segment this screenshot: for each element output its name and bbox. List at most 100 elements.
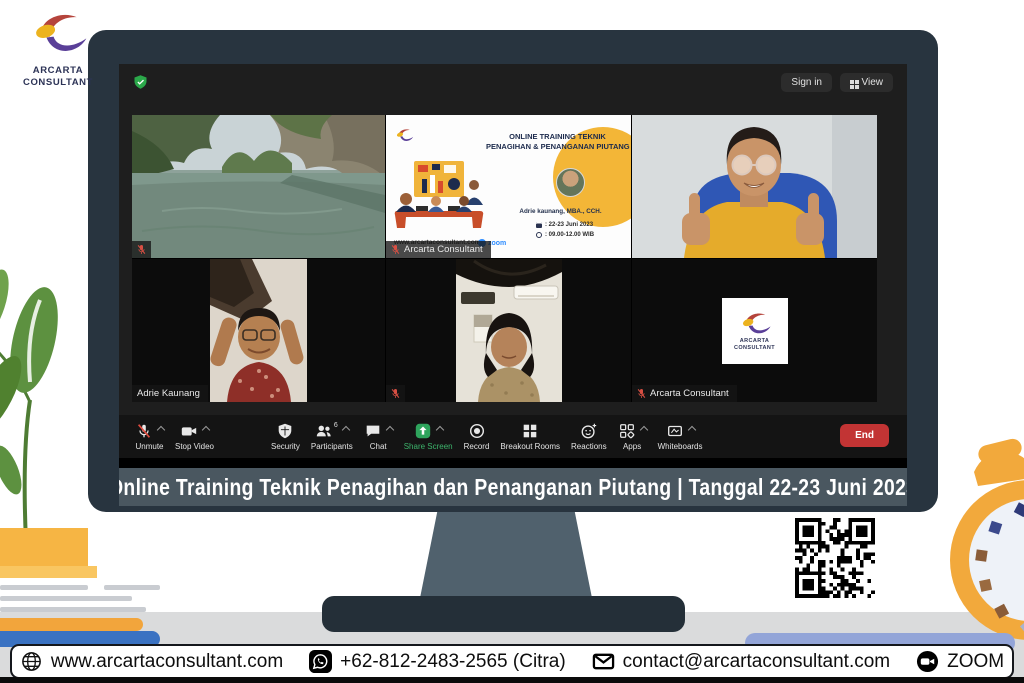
participant-name: Adrie Kaunang <box>137 388 200 399</box>
book-decoration <box>0 618 143 631</box>
bottom-black-strip <box>0 677 1024 683</box>
whatsapp-icon <box>309 650 332 673</box>
caption-text: Online Training Teknik Penagihan dan Pen… <box>119 474 907 501</box>
zoom-camera-icon <box>916 650 939 673</box>
slide-title: ONLINE TRAINING TEKNIK PENAGIHAN & PENAN… <box>486 132 629 152</box>
slide-arcarta-logo-icon <box>394 127 414 144</box>
participant-label: Arcarta Consultant <box>632 385 737 402</box>
video-tile-participant[interactable] <box>386 259 631 402</box>
zoom-window: Sign in View <box>119 64 907 468</box>
slide-date-row: : 22-23 Juni 2023 <box>536 222 593 228</box>
reactions-smiley-icon <box>580 422 598 440</box>
footer-zoom: ZOOM <box>916 650 1004 673</box>
muted-mic-icon <box>391 388 400 399</box>
view-button[interactable]: View <box>840 73 893 92</box>
text-line-decoration <box>104 585 160 590</box>
participants-button[interactable]: 6 Participants <box>311 422 353 451</box>
training-slide: ONLINE TRAINING TEKNIK PENAGIHAN & PENAN… <box>386 115 631 258</box>
meeting-illustration <box>392 159 488 231</box>
apps-icon <box>618 422 636 440</box>
brand-logo: ARCARTA CONSULTANT <box>12 8 104 89</box>
breakout-rooms-button[interactable]: Breakout Rooms <box>500 422 560 451</box>
video-tile-participant[interactable] <box>632 115 877 258</box>
share-screen-button[interactable]: Share Screen <box>404 422 453 451</box>
arcarta-logo-icon <box>27 8 89 60</box>
text-line-decoration <box>0 585 88 590</box>
video-camera-icon <box>180 422 198 440</box>
chevron-up-icon[interactable] <box>639 426 647 434</box>
monitor-stand-base <box>322 596 685 632</box>
text-line-decoration <box>0 607 146 612</box>
participant-label <box>386 385 405 402</box>
video-tile-slide[interactable]: ONLINE TRAINING TEKNIK PENAGIHAN & PENAN… <box>386 115 631 258</box>
caption-bar: Online Training Teknik Penagihan dan Pen… <box>119 468 907 506</box>
book-stack-decoration <box>0 566 97 578</box>
participant-video-frame <box>132 259 385 402</box>
view-label: View <box>862 77 884 88</box>
chevron-up-icon[interactable] <box>435 426 443 434</box>
muted-mic-icon <box>391 244 400 255</box>
calendar-icon <box>536 222 542 228</box>
security-button[interactable]: Security <box>271 422 300 451</box>
encryption-shield-icon <box>133 74 148 90</box>
whiteboard-icon <box>666 422 684 440</box>
river-video-frame <box>132 115 385 258</box>
participant-name: Arcarta Consultant <box>650 388 729 399</box>
participant-video-frame <box>632 115 877 258</box>
arcarta-logo-card: ARCARTA CONSULTANT <box>722 298 788 364</box>
chevron-up-icon[interactable] <box>202 426 210 434</box>
shield-icon <box>276 422 294 440</box>
globe-icon <box>20 650 43 673</box>
record-button[interactable]: Record <box>464 422 490 451</box>
footer-email: contact@arcartaconsultant.com <box>592 650 890 673</box>
breakout-rooms-icon <box>521 422 539 440</box>
participant-name: Arcarta Consultant <box>404 244 483 255</box>
footer-website: www.arcartaconsultant.com <box>20 650 283 673</box>
video-tile-river[interactable] <box>132 115 385 258</box>
video-tile-arcarta[interactable]: ARCARTA CONSULTANT Arcarta Consultant <box>632 259 877 402</box>
footer-phone: +62-812-2483-2565 (Citra) <box>309 650 566 673</box>
sign-in-label: Sign in <box>791 77 822 88</box>
clock-icon <box>536 232 542 238</box>
text-line-decoration <box>0 596 132 601</box>
chat-button[interactable]: Chat <box>364 422 393 451</box>
sign-in-button[interactable]: Sign in <box>781 73 832 92</box>
participants-count: 6 <box>334 422 338 429</box>
reactions-button[interactable]: Reactions <box>571 422 607 451</box>
participant-label: Arcarta Consultant <box>386 241 491 258</box>
share-screen-icon <box>414 422 432 440</box>
unmute-button[interactable]: Unmute <box>135 422 164 451</box>
screen-bottom-strip <box>119 458 907 468</box>
slide-time-row: : 09.00-12.00 WIB <box>536 232 594 238</box>
speaker-name: Adrie kaunang, MBA., CCH. <box>490 208 631 215</box>
participants-icon <box>315 422 333 440</box>
plant-decoration <box>0 242 90 542</box>
chevron-up-icon[interactable] <box>157 426 165 434</box>
speaker-photo <box>556 168 585 197</box>
participant-label: Adrie Kaunang <box>132 385 208 402</box>
muted-mic-icon <box>135 422 153 440</box>
whiteboards-button[interactable]: Whiteboards <box>658 422 703 451</box>
muted-mic-icon <box>637 388 646 399</box>
chat-bubble-icon <box>364 422 382 440</box>
chevron-up-icon[interactable] <box>342 426 350 434</box>
zoom-topbar: Sign in View <box>119 64 907 100</box>
video-grid: ONLINE TRAINING TEKNIK PENAGIHAN & PENAN… <box>132 115 877 402</box>
brand-name-line2: CONSULTANT <box>12 77 104 89</box>
participant-label <box>132 241 151 258</box>
record-icon <box>468 422 486 440</box>
chevron-up-icon[interactable] <box>687 426 695 434</box>
arcarta-logo-icon <box>738 310 772 338</box>
book-stack-decoration <box>0 528 88 566</box>
stop-video-button[interactable]: Stop Video <box>175 422 214 451</box>
grid-view-icon <box>850 80 854 84</box>
video-tile-adrie[interactable]: Adrie Kaunang <box>132 259 385 402</box>
footer-bar: www.arcartaconsultant.com +62-812-2483-2… <box>10 644 1014 679</box>
poster: ARCARTA CONSULTANT Sign in View <box>0 0 1024 683</box>
monitor: Sign in View <box>88 30 938 512</box>
zoom-toolbar: Unmute Stop Video <box>119 415 907 458</box>
brand-name-line1: ARCARTA <box>12 65 104 77</box>
end-meeting-button[interactable]: End <box>840 424 889 447</box>
chevron-up-icon[interactable] <box>385 426 393 434</box>
apps-button[interactable]: Apps <box>618 422 647 451</box>
